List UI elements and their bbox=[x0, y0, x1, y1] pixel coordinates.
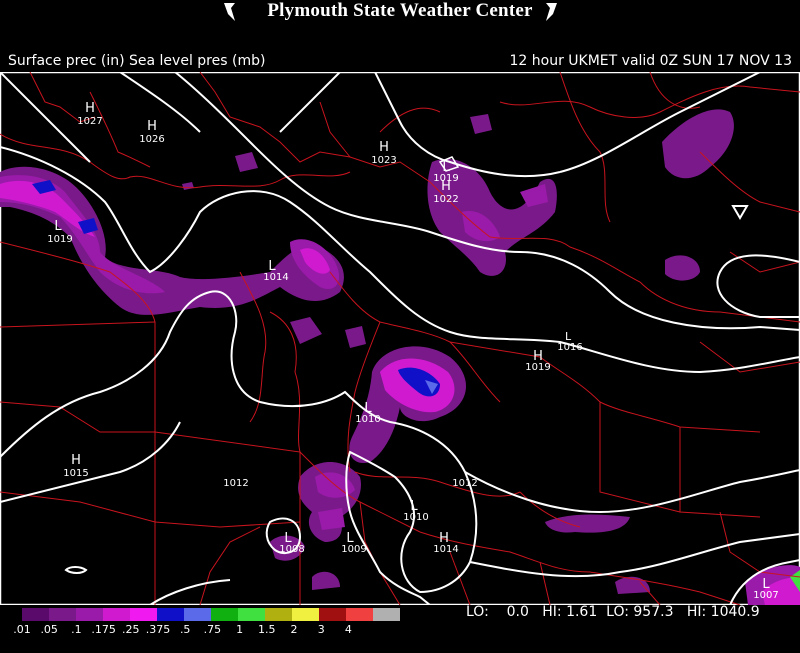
field-stats: LO: 0.0 HI: 1.61 LO: 957.3 HI: 1040.9 bbox=[466, 604, 760, 620]
svg-text:1009: 1009 bbox=[341, 544, 366, 555]
legend-tick-label: .175 bbox=[91, 623, 116, 636]
svg-text:1007: 1007 bbox=[753, 590, 778, 601]
legend-swatch bbox=[76, 608, 103, 621]
legend-tick-label: .05 bbox=[40, 623, 58, 636]
legend-tick-label: 3 bbox=[317, 623, 325, 636]
legend-colorbar bbox=[22, 608, 400, 621]
svg-text:L: L bbox=[54, 219, 62, 234]
svg-text:1016: 1016 bbox=[557, 342, 582, 353]
svg-text:1010: 1010 bbox=[355, 414, 380, 425]
model-valid-time: 12 hour UKMET valid 0Z SUN 17 NOV 13 bbox=[509, 53, 792, 69]
legend-tick-label: 4 bbox=[344, 623, 352, 636]
svg-text:1026: 1026 bbox=[139, 134, 164, 145]
legend-tick-label: .5 bbox=[179, 623, 191, 636]
svg-text:H: H bbox=[441, 179, 451, 194]
legend-tick-label: 1 bbox=[236, 623, 244, 636]
svg-text:1008: 1008 bbox=[279, 544, 304, 555]
svg-text:H: H bbox=[85, 101, 95, 116]
svg-text:1023: 1023 bbox=[371, 155, 396, 166]
legend-swatch bbox=[103, 608, 130, 621]
isobar-label: 1012 bbox=[452, 478, 477, 489]
legend-swatch bbox=[49, 608, 76, 621]
field-description: Surface prec (in) Sea level pres (mb) bbox=[8, 53, 266, 69]
legend-swatch bbox=[265, 608, 292, 621]
hi-value: 1.61 bbox=[566, 604, 598, 620]
legend-tick-label: .01 bbox=[13, 623, 31, 636]
hi2-value: 1040.9 bbox=[710, 604, 760, 620]
legend-tick-label: .25 bbox=[122, 623, 140, 636]
svg-text:1015: 1015 bbox=[63, 468, 88, 479]
svg-text:1027: 1027 bbox=[77, 116, 102, 127]
legend-swatch bbox=[157, 608, 184, 621]
station-flag-icon bbox=[546, 3, 557, 21]
svg-text:H: H bbox=[147, 119, 157, 134]
legend-swatch bbox=[319, 608, 346, 621]
legend-tick-label: .375 bbox=[145, 623, 171, 636]
legend-swatch bbox=[211, 608, 238, 621]
lo-label: LO: bbox=[466, 604, 489, 620]
svg-text:H: H bbox=[379, 140, 389, 155]
svg-text:1014: 1014 bbox=[263, 272, 288, 283]
legend-swatch bbox=[373, 608, 400, 621]
legend-tick-label: .75 bbox=[203, 623, 222, 636]
legend-swatch bbox=[130, 608, 157, 621]
legend-tick-label: 2 bbox=[290, 623, 298, 636]
legend-swatch bbox=[292, 608, 319, 621]
svg-text:1019: 1019 bbox=[525, 362, 550, 373]
lo2-label: LO: bbox=[606, 604, 629, 620]
page-title: Plymouth State Weather Center bbox=[267, 0, 533, 21]
legend-tick-label: .1 bbox=[71, 623, 82, 636]
hi-label: HI: bbox=[542, 604, 562, 620]
svg-text:H: H bbox=[71, 453, 81, 468]
svg-text:1019: 1019 bbox=[47, 234, 72, 245]
svg-text:1010: 1010 bbox=[403, 512, 428, 523]
legend-swatch bbox=[346, 608, 373, 621]
lo-value: 0.0 bbox=[506, 604, 529, 620]
legend-swatch bbox=[184, 608, 211, 621]
svg-text:1014: 1014 bbox=[433, 544, 458, 555]
legend-swatch bbox=[238, 608, 265, 621]
legend-tick-label: 1.5 bbox=[258, 623, 276, 636]
weather-map: H1027 H1026 H1023 L1019 H1022 L1019 L101… bbox=[0, 72, 800, 605]
legend-swatch bbox=[22, 608, 49, 621]
svg-text:1022: 1022 bbox=[433, 194, 458, 205]
hi2-label: HI: bbox=[686, 604, 707, 620]
header: Plymouth State Weather Center bbox=[0, 0, 800, 28]
lo2-value: 957.3 bbox=[633, 604, 674, 620]
isobar-label: 1012 bbox=[223, 478, 248, 489]
